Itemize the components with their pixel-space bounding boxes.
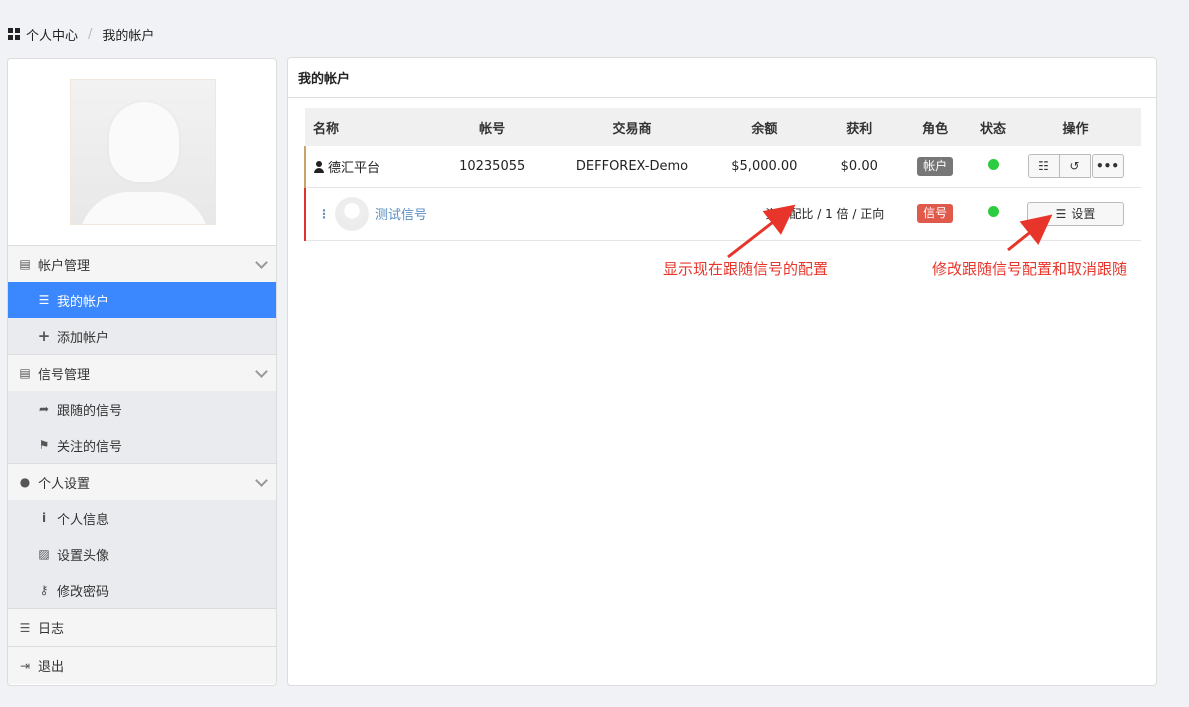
sidebar-item-label: 日志: [38, 622, 65, 637]
header-profit: 获利: [824, 108, 895, 146]
role-badge-signal: 信号: [917, 204, 954, 223]
sidebar-item-label: 我的帐户: [57, 294, 110, 310]
sidebar-item-label: 个人信息: [57, 512, 110, 528]
header-status: 状态: [976, 108, 1011, 146]
list-icon: ☰: [38, 293, 50, 307]
signal-avatar: [335, 196, 369, 231]
account-name-cell[interactable]: 德汇平台: [304, 146, 425, 188]
breadcrumb-current: 我的帐户: [102, 28, 155, 44]
details-list-button[interactable]: ☷: [1027, 154, 1060, 179]
user-icon: [314, 160, 324, 173]
account-name: 德汇平台: [328, 160, 381, 176]
dashboard-grid-icon: [8, 28, 20, 40]
picture-icon: ▨: [38, 547, 50, 561]
settings-button-label: 设置: [1071, 207, 1096, 221]
drag-handle-icon[interactable]: ⋮: [318, 207, 330, 221]
menu-group-signal-management[interactable]: ▤ 信号管理: [8, 354, 276, 391]
history-button[interactable]: ↺: [1058, 154, 1091, 179]
sidebar-item-label: 添加帐户: [57, 330, 110, 346]
breadcrumb-separator: /: [88, 26, 93, 42]
flag-icon: ⚑: [38, 438, 50, 452]
status-online-dot: [987, 158, 999, 170]
sidebar-item-label: 设置头像: [57, 548, 110, 564]
sidebar-item-change-password[interactable]: ⚷ 修改密码: [8, 572, 276, 608]
annotation-settings-note: 修改跟随信号配置和取消跟随: [932, 260, 1128, 278]
header-name: 名称: [305, 108, 425, 146]
header-account: 帐号: [424, 108, 560, 146]
chevron-down-icon: [255, 474, 268, 487]
menu-group-label: 帐户管理: [38, 258, 91, 274]
sidebar-item-logout[interactable]: ⇥ 退出: [8, 646, 276, 684]
key-icon: ⚷: [39, 583, 49, 597]
share-arrow-icon: ➦: [38, 402, 50, 416]
profit-value: $0.00: [824, 146, 895, 188]
menu-group-account-management[interactable]: ▤ 帐户管理: [8, 245, 276, 282]
breadcrumb-home[interactable]: 个人中心: [26, 25, 78, 44]
broker-name: DEFFOREX-Demo: [559, 146, 705, 188]
table-header-row: 名称 帐号 交易商 余额 获利 角色 状态 操作: [305, 108, 1141, 146]
ellipsis-icon: •••: [1095, 159, 1119, 174]
profile-avatar[interactable]: [18, 69, 267, 234]
sidebar-item-followed-signals[interactable]: ➦ 跟随的信号: [8, 391, 276, 427]
header-actions: 操作: [1010, 108, 1141, 146]
avatar-placeholder-image: [69, 78, 216, 225]
table-row: 德汇平台 10235055 DEFFOREX-Demo $5,000.00 $0…: [304, 146, 1141, 188]
header-role: 角色: [894, 108, 977, 146]
signal-name-cell[interactable]: ⋮ 测试信号: [303, 187, 705, 241]
sign-out-icon: ⇥: [19, 658, 31, 673]
more-options-button[interactable]: •••: [1091, 154, 1124, 179]
menu-group-personal-settings[interactable]: ● 个人设置: [8, 463, 276, 500]
signal-name-link[interactable]: 测试信号: [375, 204, 427, 223]
account-action-group: ☷ ↺ •••: [1027, 154, 1124, 179]
sidebar-item-add-account[interactable]: + 添加帐户: [8, 318, 276, 354]
table-row: ⋮ 测试信号 资金配比 / 1 倍 / 正向 信号 ☰ 设置: [303, 187, 1141, 241]
sidebar-item-watched-signals[interactable]: ⚑ 关注的信号: [8, 427, 276, 463]
follow-config-text: 资金配比 / 1 倍 / 正向: [704, 187, 895, 241]
sidebar-item-my-accounts[interactable]: ☰ 我的帐户: [8, 282, 276, 318]
info-icon: i: [41, 511, 47, 525]
menu-group-label: 个人设置: [38, 476, 91, 492]
header-broker: 交易商: [559, 108, 705, 146]
plus-icon: +: [37, 327, 51, 345]
list-icon: ☷: [1038, 159, 1049, 174]
sidebar-item-log[interactable]: ☰ 日志: [8, 608, 276, 646]
sidebar-menu: ▤ 帐户管理 ☰ 我的帐户 + 添加帐户 ▤ 信号管理 ➦ 跟随的信号 ⚑ 关注…: [8, 245, 276, 684]
annotation-config-note: 显示现在跟随信号的配置: [663, 260, 829, 278]
sidebar-item-label: 跟随的信号: [57, 403, 123, 419]
breadcrumb: 个人中心 / 我的帐户: [8, 24, 154, 44]
role-badge-account: 帐户: [917, 156, 954, 176]
history-icon: ↺: [1069, 159, 1080, 174]
list-icon: ▤: [19, 366, 31, 380]
settings-button[interactable]: ☰ 设置: [1027, 201, 1124, 226]
status-online-dot: [987, 206, 999, 217]
menu-group-label: 信号管理: [38, 367, 91, 383]
sidebar: ▤ 帐户管理 ☰ 我的帐户 + 添加帐户 ▤ 信号管理 ➦ 跟随的信号 ⚑ 关注…: [7, 58, 277, 686]
sidebar-item-label: 修改密码: [57, 584, 110, 600]
user-icon: ●: [19, 475, 31, 489]
chevron-down-icon: [255, 365, 268, 378]
menu-icon: ☰: [1055, 206, 1067, 221]
chevron-down-icon: [255, 256, 268, 269]
sidebar-item-label: 退出: [38, 660, 65, 675]
sidebar-item-set-avatar[interactable]: ▨ 设置头像: [8, 536, 276, 572]
list-icon: ▤: [19, 257, 31, 271]
header-balance: 余额: [704, 108, 825, 146]
panel-title: 我的帐户: [288, 58, 1156, 98]
account-number: 10235055: [424, 146, 560, 188]
sidebar-item-personal-info[interactable]: i 个人信息: [8, 500, 276, 536]
sidebar-item-label: 关注的信号: [57, 439, 123, 455]
balance-value: $5,000.00: [704, 146, 825, 188]
list-icon: ☰: [19, 620, 31, 635]
accounts-table: 名称 帐号 交易商 余额 获利 角色 状态 操作 德汇平台 10235055 D…: [303, 108, 1141, 241]
main-panel: 我的帐户 名称 帐号 交易商 余额 获利 角色 状态 操作 德汇平台 10235…: [287, 57, 1157, 686]
